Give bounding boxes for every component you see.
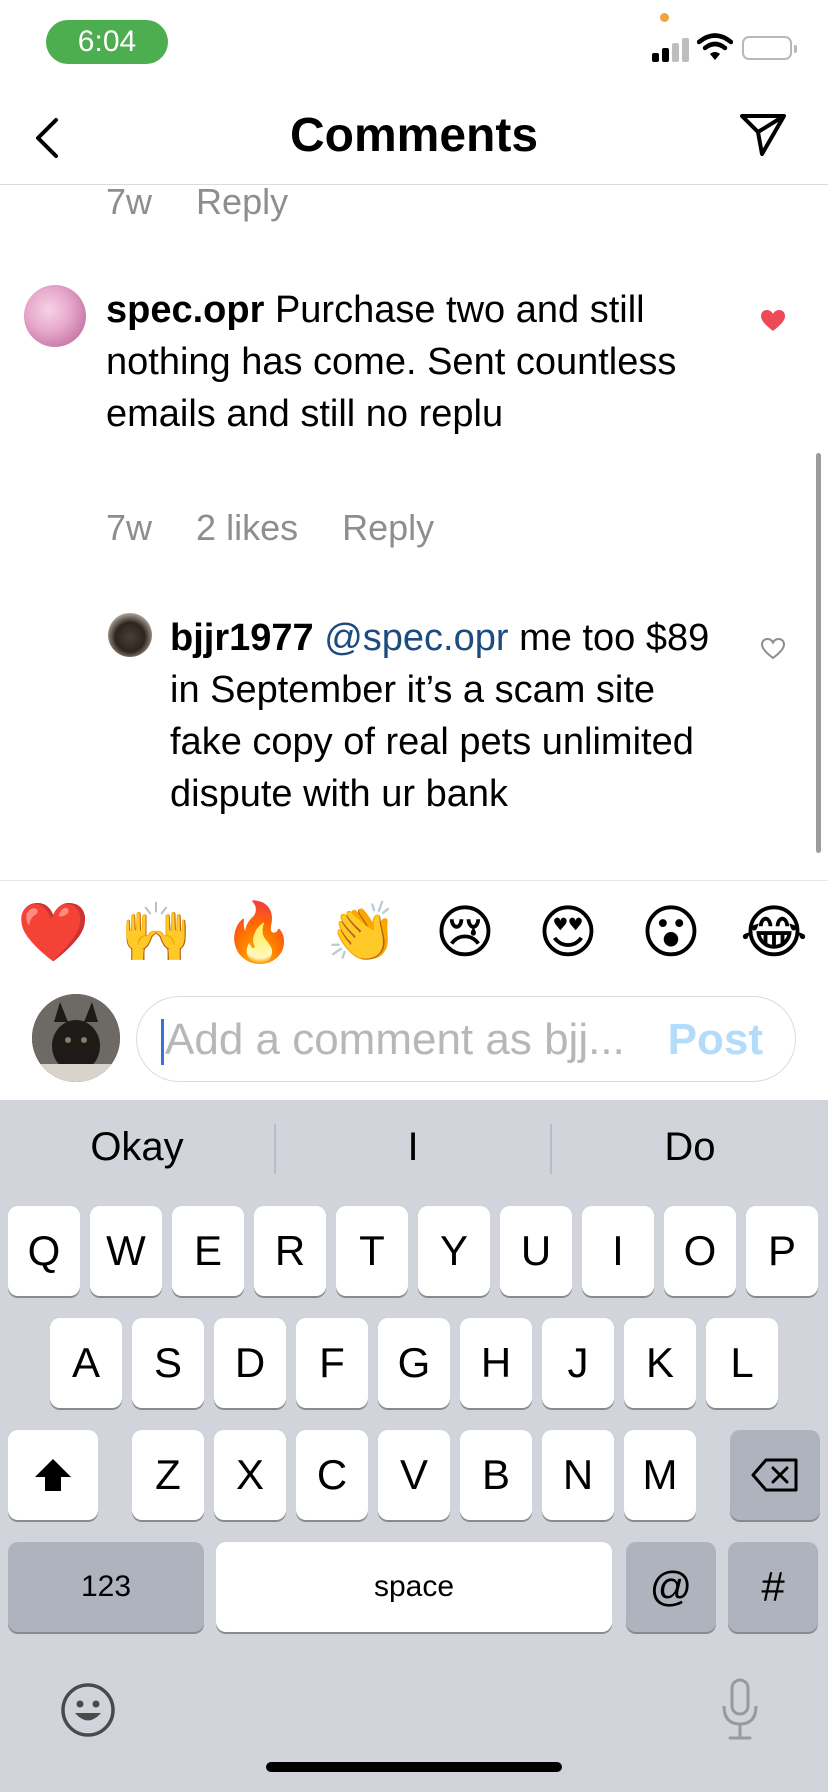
send-icon[interactable] <box>738 110 788 160</box>
current-user-avatar <box>32 994 120 1082</box>
numbers-key[interactable]: 123 <box>8 1542 204 1632</box>
emoji-laughing-tears[interactable]: 😂 <box>738 899 810 967</box>
key-v[interactable]: V <box>378 1430 450 1520</box>
heart-outline-icon[interactable] <box>760 637 786 661</box>
emoji-bar: ❤️ 🙌 🔥 👏 😢 😍 😮 😂 <box>0 880 828 984</box>
suggestion-1[interactable]: Okay <box>0 1112 274 1182</box>
key-y[interactable]: Y <box>418 1206 490 1296</box>
comment-input-placeholder: Add a comment as bjj... <box>165 1015 625 1064</box>
suggestion-2[interactable]: I <box>276 1112 550 1182</box>
post-button[interactable]: Post <box>668 1015 763 1065</box>
status-time: 6:04 <box>46 20 168 64</box>
delete-key[interactable] <box>730 1430 820 1520</box>
battery-icon <box>742 36 797 60</box>
hash-key[interactable]: # <box>728 1542 818 1632</box>
key-i[interactable]: I <box>582 1206 654 1296</box>
emoji-fire[interactable]: 🔥 <box>223 899 295 967</box>
suggestion-3[interactable]: Do <box>552 1112 828 1182</box>
key-k[interactable]: K <box>624 1318 696 1408</box>
emoji-heart-eyes[interactable]: 😍 <box>532 899 604 967</box>
key-o[interactable]: O <box>664 1206 736 1296</box>
space-key[interactable]: space <box>216 1542 612 1632</box>
key-t[interactable]: T <box>336 1206 408 1296</box>
comment-age: 7w <box>106 185 153 222</box>
key-p[interactable]: P <box>746 1206 818 1296</box>
backspace-icon <box>751 1458 798 1492</box>
previous-comment-meta: 7w Reply <box>106 185 288 223</box>
scrollbar[interactable] <box>816 453 821 853</box>
at-key[interactable]: @ <box>626 1542 716 1632</box>
liked-heart-icon[interactable] <box>760 309 786 333</box>
key-n[interactable]: N <box>542 1430 614 1520</box>
status-bar: 6:04 <box>0 0 828 90</box>
reply-body: bjjr1977 @spec.opr me too $89 in Septemb… <box>170 612 710 820</box>
comments-header: Comments <box>0 90 828 185</box>
emoji-clapping-hands[interactable]: 👏 <box>326 899 398 967</box>
keyboard: Okay I Do Q W E R T Y U I O P A S D F G … <box>0 1100 828 1792</box>
key-s[interactable]: S <box>132 1318 204 1408</box>
key-f[interactable]: F <box>296 1318 368 1408</box>
key-b[interactable]: B <box>460 1430 532 1520</box>
shift-key[interactable] <box>8 1430 98 1520</box>
text-caret <box>161 1019 164 1065</box>
microphone-icon[interactable] <box>720 1678 760 1742</box>
shift-arrow-icon <box>35 1459 71 1491</box>
wifi-icon <box>697 33 733 60</box>
key-l[interactable]: L <box>706 1318 778 1408</box>
emoji-surprised-face[interactable]: 😮 <box>635 899 707 967</box>
comment-username[interactable]: spec.opr <box>106 289 264 331</box>
emoji-keyboard-icon[interactable] <box>60 1682 116 1738</box>
key-q[interactable]: Q <box>8 1206 80 1296</box>
key-w[interactable]: W <box>90 1206 162 1296</box>
comments-list[interactable]: 7w Reply spec.opr Purchase two and still… <box>0 185 828 880</box>
key-m[interactable]: M <box>624 1430 696 1520</box>
key-c[interactable]: C <box>296 1430 368 1520</box>
key-j[interactable]: J <box>542 1318 614 1408</box>
key-g[interactable]: G <box>378 1318 450 1408</box>
comment-age: 7w <box>106 507 153 548</box>
cellular-signal-icon <box>652 36 692 62</box>
key-z[interactable]: Z <box>132 1430 204 1520</box>
commenter-avatar[interactable] <box>24 285 86 347</box>
privacy-indicator-dot <box>660 13 669 22</box>
emoji-red-heart[interactable]: ❤️ <box>17 899 89 967</box>
key-a[interactable]: A <box>50 1318 122 1408</box>
mention-link[interactable]: @spec.opr <box>324 617 508 659</box>
reply-link[interactable]: Reply <box>196 185 288 222</box>
key-x[interactable]: X <box>214 1430 286 1520</box>
emoji-raising-hands[interactable]: 🙌 <box>120 899 192 967</box>
key-u[interactable]: U <box>500 1206 572 1296</box>
comment-meta: 7w 2 likes Reply <box>106 507 434 549</box>
reply-avatar[interactable] <box>108 613 152 657</box>
key-r[interactable]: R <box>254 1206 326 1296</box>
key-e[interactable]: E <box>172 1206 244 1296</box>
likes-count[interactable]: 2 likes <box>196 507 298 548</box>
key-h[interactable]: H <box>460 1318 532 1408</box>
home-indicator[interactable] <box>266 1762 562 1772</box>
reply-link[interactable]: Reply <box>342 507 434 548</box>
reply-username[interactable]: bjjr1977 <box>170 617 314 659</box>
comment-composer: Add a comment as bjj... Post <box>0 984 828 1100</box>
comment-body: spec.opr Purchase two and still nothing … <box>106 284 726 440</box>
key-d[interactable]: D <box>214 1318 286 1408</box>
comment-input[interactable]: Add a comment as bjj... Post <box>136 996 796 1082</box>
page-title: Comments <box>289 109 539 162</box>
emoji-crying-face[interactable]: 😢 <box>429 899 501 967</box>
